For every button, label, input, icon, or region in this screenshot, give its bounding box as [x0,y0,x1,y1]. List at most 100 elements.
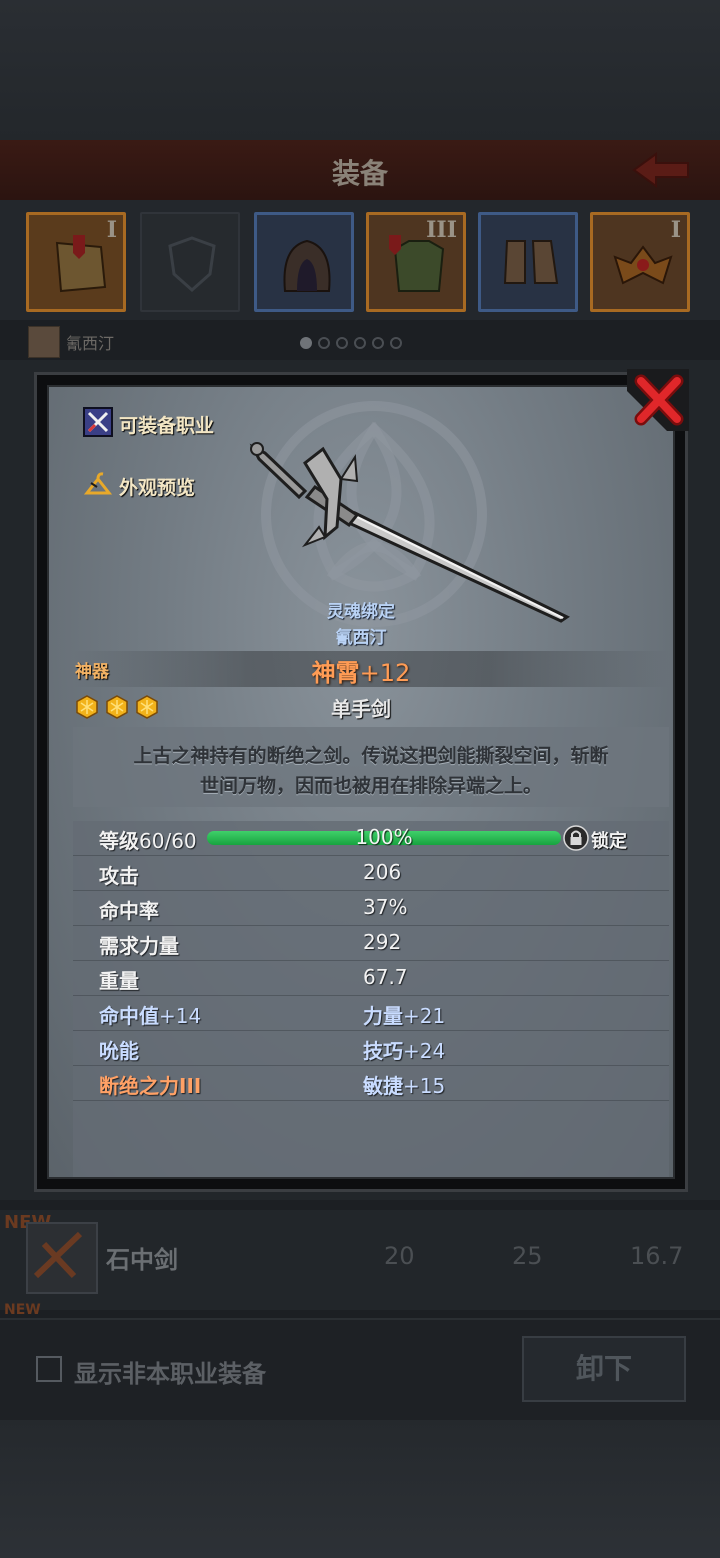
page-dot [318,337,330,349]
level-label-text: 等级 [99,829,139,853]
bonus-left-name: 命中值 [99,1004,159,1028]
bottom-bar: 显示非本职业装备 卸下 [0,1318,720,1420]
unequip-button[interactable]: 卸下 [522,1336,686,1402]
list-item-col1: 20 [384,1242,415,1270]
hanger-icon [83,472,113,495]
stat-value: 67.7 [363,965,408,989]
list-item-col2: 25 [512,1242,543,1270]
bonus-right-name: 敏捷 [363,1074,403,1098]
bottom-backdrop [0,1420,720,1558]
bonus-left-num: +14 [159,1004,202,1028]
page-dot [372,337,384,349]
bonus-left: 断绝之力III [99,1070,201,1099]
bonus-right: 力量+21 [363,1000,445,1029]
page-dot [336,337,348,349]
stat-label: 重量 [99,969,139,993]
description-line: 世间万物，因而也被用在排除异端之上。 [199,775,542,797]
soul-bind-label: 灵魂绑定 [327,602,395,622]
bonus-right-name: 力量 [363,1004,403,1028]
list-item-name: 石中剑 [106,1246,178,1274]
bonus-right-name: 技巧 [363,1039,403,1063]
page-dot [390,337,402,349]
stat-value: 206 [363,860,402,884]
crossbow-icon [33,1231,83,1279]
level-progress-bar: 100% [207,825,561,849]
slot-offhand-empty[interactable] [140,212,240,312]
slot-tier: I [670,217,681,243]
item-enhance-level: +12 [359,659,411,687]
bonus-right-num: +24 [403,1039,446,1063]
page-indicator [300,334,408,353]
description-box: 上古之神持有的断绝之剑。传说这把剑能撕裂空间，斩断 世间万物，因而也被用在排除异… [73,727,669,807]
show-other-class-label: 显示非本职业装备 [74,1360,266,1388]
item-detail-dialog: 可装备职业 外观预览 灵魂绑定 氰西汀 神器 神霄+12 单手剑 上古之神持有的… [34,369,689,1192]
slot-accessory[interactable]: I [590,212,690,312]
lock-icon[interactable] [563,825,589,851]
bonus-right: 技巧+24 [363,1035,445,1064]
boots-icon [503,240,559,284]
armor-piece-icon [55,235,107,293]
bonus-right-num: +21 [403,1004,446,1028]
slot-tier: I [106,217,117,243]
slot-helmet[interactable] [254,212,354,312]
page-dot-active [300,337,312,349]
equipment-slots: I III I [0,200,720,320]
close-icon[interactable] [627,369,689,431]
level-progress-text: 100% [355,825,413,849]
stat-row-weight: 重量 67.7 [73,961,669,996]
class-swords-icon [83,407,113,437]
item-title: 神霄+12 [49,653,673,688]
bonus-row: 断绝之力III 敏捷+15 [73,1066,669,1101]
bonus-left: 吮能 [99,1035,139,1064]
sword-icon [249,442,571,623]
appearance-preview-label: 外观预览 [119,477,196,499]
stat-label: 命中率 [99,899,159,923]
slot-tier: III [426,217,457,243]
page-dot [354,337,366,349]
stat-label: 需求力量 [99,934,179,958]
bonus-row: 吮能 技巧+24 [73,1031,669,1066]
list-item[interactable]: NEW 石中剑 20 25 16.7 NEW [0,1210,720,1318]
stat-value: 37% [363,895,408,919]
bonus-right: 敏捷+15 [363,1070,445,1099]
top-backdrop [0,0,720,140]
description-line: 上古之神持有的断绝之剑。传说这把剑能撕裂空间，斩断 [133,745,609,767]
header-bar: 装备 [0,140,720,202]
level-value: 60/60 [139,829,197,853]
page-title: 装备 [331,157,388,190]
level-label: 等级60/60 [99,825,197,854]
back-arrow-icon[interactable] [630,150,694,190]
slot-chest[interactable]: III [366,212,466,312]
item-type: 单手剑 [331,697,391,721]
stat-row-required-strength: 需求力量 292 [73,926,669,961]
item-description: 上古之神持有的断绝之剑。传说这把剑能撕裂空间，斩断 世间万物，因而也被用在排除异… [97,741,645,801]
item-thumbnail [26,1222,98,1294]
stat-value: 292 [363,930,402,954]
unequip-label: 卸下 [575,1352,632,1385]
hood-icon [283,239,331,292]
avatar[interactable] [28,326,60,358]
bonus-right-num: +15 [403,1074,446,1098]
list-item-col3: 16.7 [630,1242,684,1270]
bat-amulet-icon [613,245,673,285]
level-row: 等级60/60 100% 锁定 [73,821,669,856]
soul-bind-owner: 氰西汀 [335,628,387,648]
dialog-body: 可装备职业 外观预览 灵魂绑定 氰西汀 神器 神霄+12 单手剑 上古之神持有的… [47,385,675,1179]
lock-label[interactable]: 锁定 [591,827,627,853]
new-tag: NEW [4,1302,41,1318]
bonus-row: 命中值+14 力量+21 [73,996,669,1031]
stat-row-hit-rate: 命中率 37% [73,891,669,926]
slot-weapon[interactable]: I [26,212,126,312]
bonus-left-name: 吮能 [99,1039,139,1063]
stat-row-attack: 攻击 206 [73,856,669,891]
stat-label: 攻击 [99,864,139,888]
bonus-left-name: 断绝之力III [99,1074,202,1098]
usable-class-label: 可装备职业 [119,415,215,437]
slot-boots[interactable] [478,212,578,312]
stats-table: 等级60/60 100% 锁定 攻击 206 命中率 37% 需求力量 292 … [73,821,669,1177]
item-name: 神霄 [311,659,360,687]
character-name: 氰西汀 [66,334,115,353]
shield-icon [168,236,216,293]
show-other-class-checkbox[interactable] [36,1356,62,1382]
bonus-left: 命中值+14 [99,1000,201,1029]
